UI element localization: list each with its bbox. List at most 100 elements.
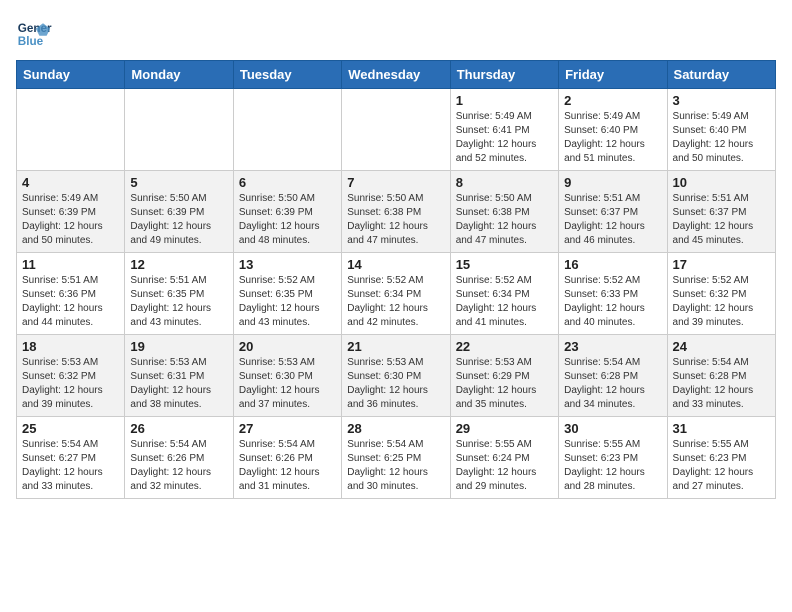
calendar-cell: 21 Sunrise: 5:53 AMSunset: 6:30 PMDayligh… [342,335,450,417]
day-info: Sunrise: 5:50 AMSunset: 6:39 PMDaylight:… [130,192,227,248]
calendar-cell: 22 Sunrise: 5:53 AMSunset: 6:29 PMDayligh… [450,335,558,417]
day-number: 30 [564,421,661,436]
day-number: 12 [130,257,227,272]
day-number: 5 [130,175,227,190]
calendar-cell: 31 Sunrise: 5:55 AMSunset: 6:23 PMDayligh… [667,417,775,499]
calendar-cell [233,89,341,171]
day-number: 17 [673,257,770,272]
day-info: Sunrise: 5:52 AMSunset: 6:34 PMDaylight:… [347,274,444,330]
calendar-week-1: 1 Sunrise: 5:49 AMSunset: 6:41 PMDaylight… [17,89,776,171]
logo-icon: General Blue [16,16,52,52]
calendar-week-2: 4 Sunrise: 5:49 AMSunset: 6:39 PMDaylight… [17,171,776,253]
weekday-header-thursday: Thursday [450,61,558,89]
day-info: Sunrise: 5:50 AMSunset: 6:39 PMDaylight:… [239,192,336,248]
day-number: 3 [673,93,770,108]
day-info: Sunrise: 5:54 AMSunset: 6:28 PMDaylight:… [673,356,770,412]
calendar-cell: 18Sunrise: 5:53 AMSunset: 6:32 PMDayligh… [17,335,125,417]
day-info: Sunrise: 5:51 AMSunset: 6:35 PMDaylight:… [130,274,227,330]
calendar-cell: 1 Sunrise: 5:49 AMSunset: 6:41 PMDaylight… [450,89,558,171]
calendar-cell: 8Sunrise: 5:50 AMSunset: 6:38 PMDaylight… [450,171,558,253]
day-info: Sunrise: 5:51 AMSunset: 6:37 PMDaylight:… [564,192,661,248]
calendar-cell: 25 Sunrise: 5:54 AMSunset: 6:27 PMDayligh… [17,417,125,499]
calendar-cell: 12 Sunrise: 5:51 AMSunset: 6:35 PMDayligh… [125,253,233,335]
day-info: Sunrise: 5:53 AMSunset: 6:30 PMDaylight:… [239,356,336,412]
day-number: 11 [22,257,119,272]
day-number: 26 [130,421,227,436]
weekday-header-friday: Friday [559,61,667,89]
weekday-header-tuesday: Tuesday [233,61,341,89]
day-number: 27 [239,421,336,436]
calendar-cell: 2Sunrise: 5:49 AMSunset: 6:40 PMDaylight… [559,89,667,171]
day-info: Sunrise: 5:49 AMSunset: 6:40 PMDaylight:… [673,110,770,166]
day-info: Sunrise: 5:54 AMSunset: 6:26 PMDaylight:… [130,438,227,494]
calendar-cell: 19 Sunrise: 5:53 AMSunset: 6:31 PMDayligh… [125,335,233,417]
calendar-cell: 30Sunrise: 5:55 AMSunset: 6:23 PMDayligh… [559,417,667,499]
page-header: General Blue [16,16,776,52]
calendar-cell: 15 Sunrise: 5:52 AMSunset: 6:34 PMDayligh… [450,253,558,335]
day-number: 22 [456,339,553,354]
day-info: Sunrise: 5:54 AMSunset: 6:26 PMDaylight:… [239,438,336,494]
calendar-week-5: 25 Sunrise: 5:54 AMSunset: 6:27 PMDayligh… [17,417,776,499]
calendar-cell: 6 Sunrise: 5:50 AMSunset: 6:39 PMDaylight… [233,171,341,253]
day-number: 20 [239,339,336,354]
calendar-table: SundayMondayTuesdayWednesdayThursdayFrid… [16,60,776,499]
day-info: Sunrise: 5:51 AMSunset: 6:36 PMDaylight:… [22,274,119,330]
day-number: 4 [22,175,119,190]
weekday-header-wednesday: Wednesday [342,61,450,89]
weekday-header-row: SundayMondayTuesdayWednesdayThursdayFrid… [17,61,776,89]
day-info: Sunrise: 5:55 AMSunset: 6:23 PMDaylight:… [673,438,770,494]
calendar-cell: 28Sunrise: 5:54 AMSunset: 6:25 PMDayligh… [342,417,450,499]
day-info: Sunrise: 5:52 AMSunset: 6:32 PMDaylight:… [673,274,770,330]
day-number: 14 [347,257,444,272]
calendar-cell: 14 Sunrise: 5:52 AMSunset: 6:34 PMDayligh… [342,253,450,335]
calendar-cell: 29 Sunrise: 5:55 AMSunset: 6:24 PMDayligh… [450,417,558,499]
calendar-cell: 5 Sunrise: 5:50 AMSunset: 6:39 PMDaylight… [125,171,233,253]
day-number: 18 [22,339,119,354]
calendar-cell: 16Sunrise: 5:52 AMSunset: 6:33 PMDayligh… [559,253,667,335]
day-info: Sunrise: 5:49 AMSunset: 6:41 PMDaylight:… [456,110,553,166]
day-info: Sunrise: 5:55 AMSunset: 6:24 PMDaylight:… [456,438,553,494]
day-number: 31 [673,421,770,436]
day-info: Sunrise: 5:52 AMSunset: 6:34 PMDaylight:… [456,274,553,330]
day-info: Sunrise: 5:53 AMSunset: 6:29 PMDaylight:… [456,356,553,412]
day-number: 9 [564,175,661,190]
calendar-cell [125,89,233,171]
calendar-cell: 26 Sunrise: 5:54 AMSunset: 6:26 PMDayligh… [125,417,233,499]
day-number: 21 [347,339,444,354]
day-number: 15 [456,257,553,272]
day-number: 10 [673,175,770,190]
logo: General Blue [16,16,56,52]
day-number: 2 [564,93,661,108]
weekday-header-sunday: Sunday [17,61,125,89]
day-number: 6 [239,175,336,190]
day-info: Sunrise: 5:50 AMSunset: 6:38 PMDaylight:… [456,192,553,248]
day-info: Sunrise: 5:53 AMSunset: 6:30 PMDaylight:… [347,356,444,412]
calendar-cell: 10 Sunrise: 5:51 AMSunset: 6:37 PMDayligh… [667,171,775,253]
calendar-cell: 4 Sunrise: 5:49 AMSunset: 6:39 PMDaylight… [17,171,125,253]
calendar-week-4: 18Sunrise: 5:53 AMSunset: 6:32 PMDayligh… [17,335,776,417]
calendar-cell: 23Sunrise: 5:54 AMSunset: 6:28 PMDayligh… [559,335,667,417]
day-info: Sunrise: 5:50 AMSunset: 6:38 PMDaylight:… [347,192,444,248]
day-number: 28 [347,421,444,436]
calendar-cell: 20 Sunrise: 5:53 AMSunset: 6:30 PMDayligh… [233,335,341,417]
calendar-cell [17,89,125,171]
day-info: Sunrise: 5:49 AMSunset: 6:39 PMDaylight:… [22,192,119,248]
day-number: 19 [130,339,227,354]
day-number: 13 [239,257,336,272]
calendar-cell: 11 Sunrise: 5:51 AMSunset: 6:36 PMDayligh… [17,253,125,335]
calendar-cell [342,89,450,171]
calendar-cell: 9 Sunrise: 5:51 AMSunset: 6:37 PMDaylight… [559,171,667,253]
day-number: 29 [456,421,553,436]
day-info: Sunrise: 5:52 AMSunset: 6:33 PMDaylight:… [564,274,661,330]
weekday-header-monday: Monday [125,61,233,89]
day-info: Sunrise: 5:53 AMSunset: 6:31 PMDaylight:… [130,356,227,412]
day-number: 1 [456,93,553,108]
day-number: 7 [347,175,444,190]
calendar-cell: 24Sunrise: 5:54 AMSunset: 6:28 PMDayligh… [667,335,775,417]
calendar-week-3: 11 Sunrise: 5:51 AMSunset: 6:36 PMDayligh… [17,253,776,335]
day-info: Sunrise: 5:54 AMSunset: 6:27 PMDaylight:… [22,438,119,494]
day-info: Sunrise: 5:51 AMSunset: 6:37 PMDaylight:… [673,192,770,248]
day-info: Sunrise: 5:54 AMSunset: 6:28 PMDaylight:… [564,356,661,412]
day-number: 25 [22,421,119,436]
calendar-cell: 7 Sunrise: 5:50 AMSunset: 6:38 PMDaylight… [342,171,450,253]
